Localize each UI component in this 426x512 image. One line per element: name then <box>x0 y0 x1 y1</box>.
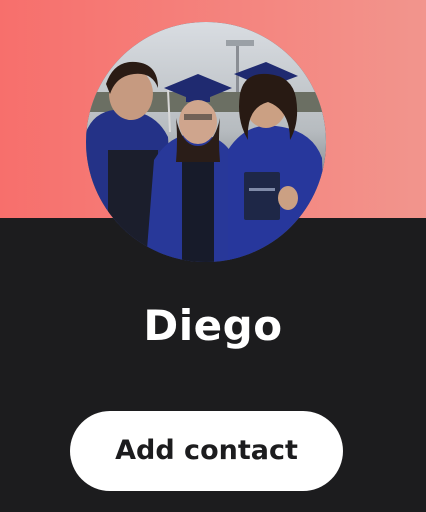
add-contact-button[interactable]: Add contact <box>70 411 343 491</box>
avatar <box>86 22 326 262</box>
contact-name: Diego <box>143 301 283 350</box>
avatar-photo <box>86 22 326 262</box>
